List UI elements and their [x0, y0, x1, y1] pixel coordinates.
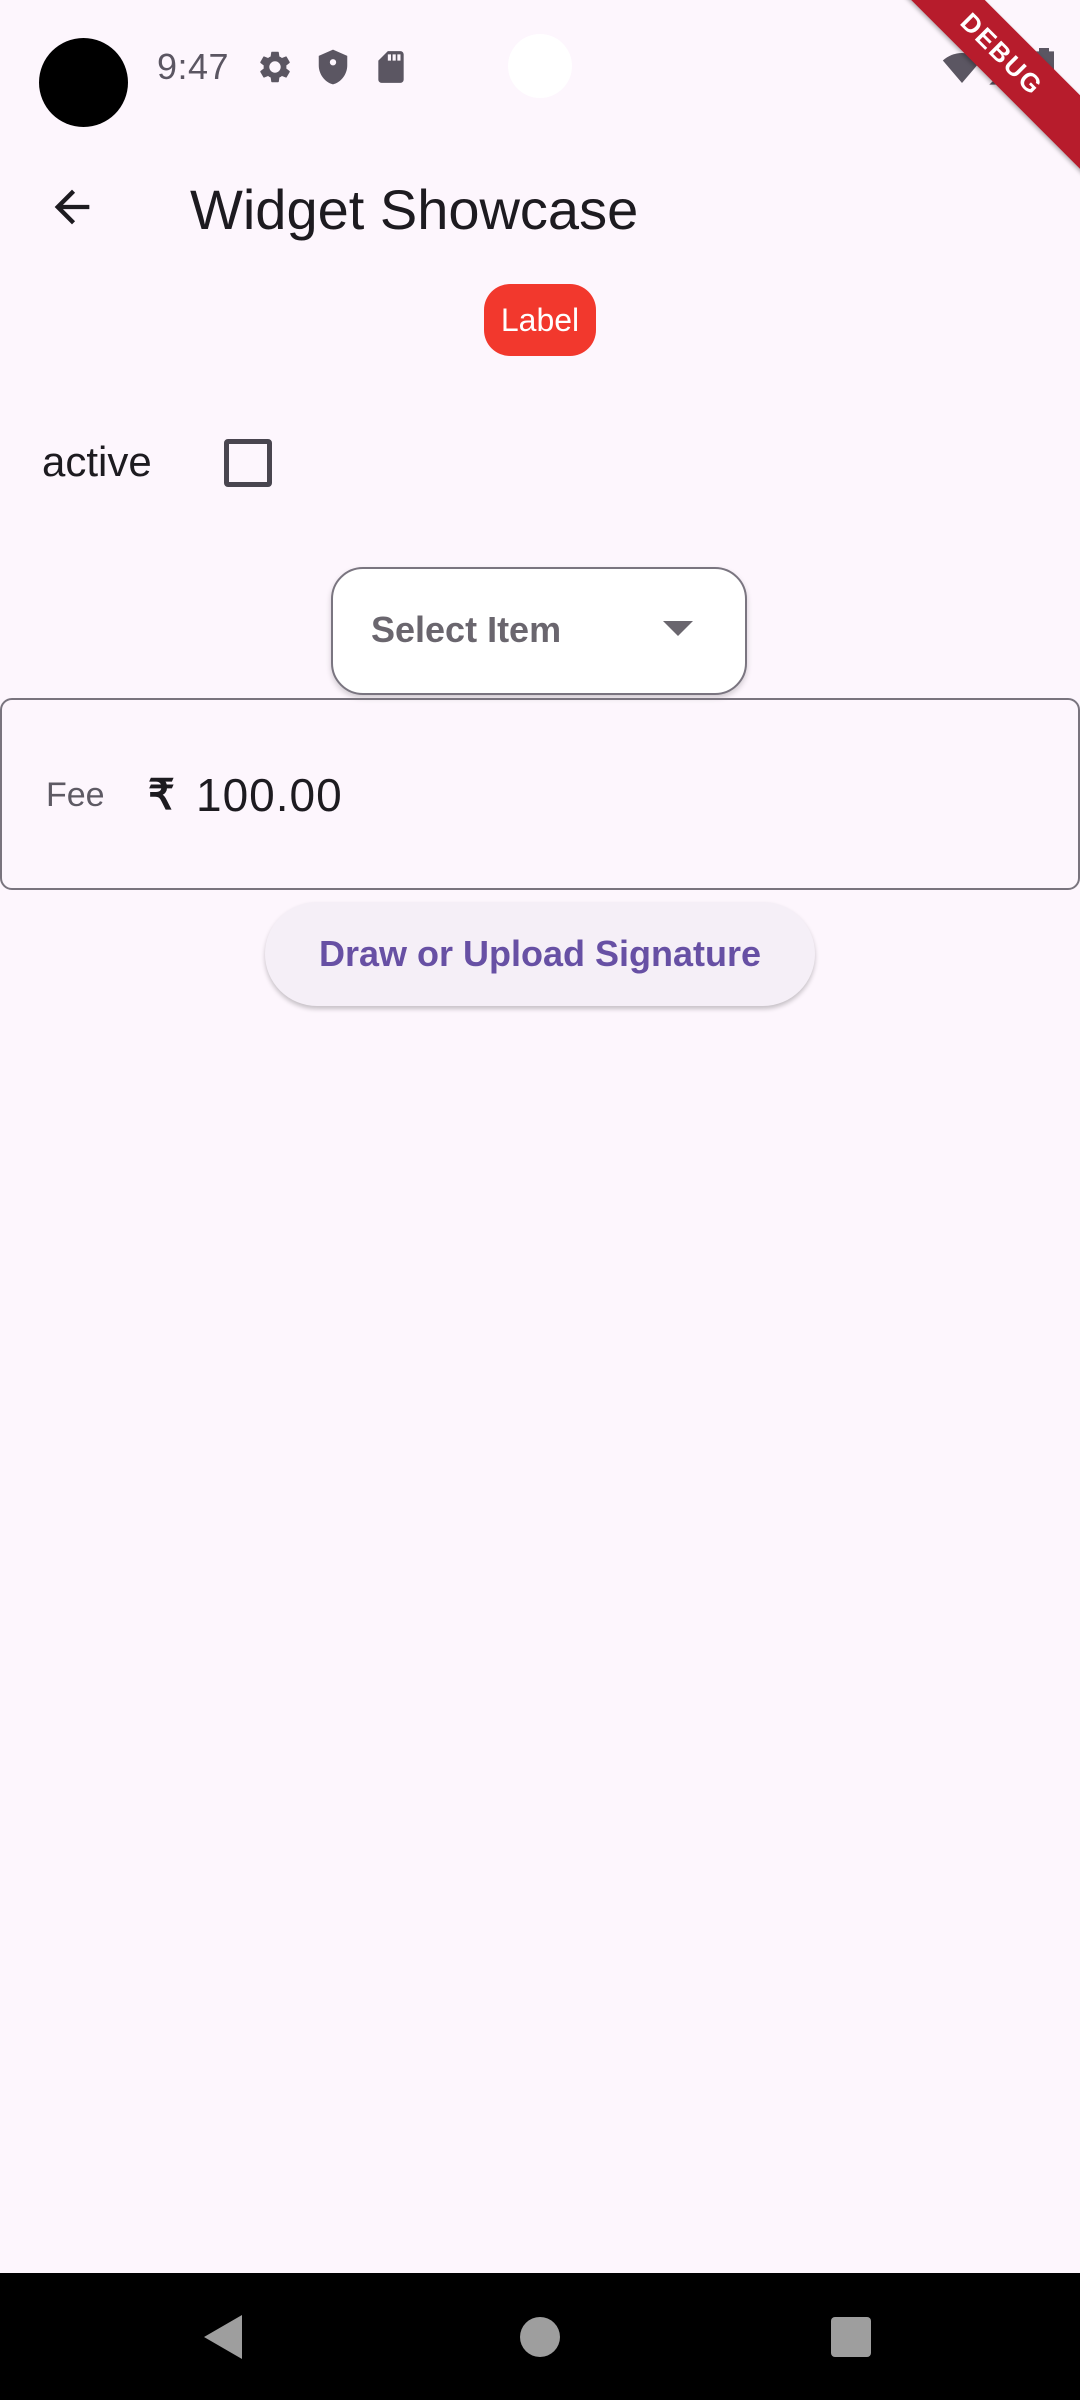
back-button[interactable]	[36, 171, 108, 243]
system-nav-bar	[0, 2273, 1080, 2400]
signature-button[interactable]: Draw or Upload Signature	[265, 902, 815, 1006]
nav-recents-icon[interactable]	[831, 2317, 871, 2357]
dropdown-placeholder: Select Item	[371, 609, 562, 650]
camera-cutout	[39, 38, 128, 127]
label-badge: Label	[484, 284, 596, 356]
status-time: 9:47	[157, 46, 230, 87]
front-camera	[508, 34, 572, 98]
active-checkbox[interactable]	[224, 439, 272, 487]
fee-value[interactable]: 100.00	[196, 768, 343, 822]
nav-home-icon[interactable]	[520, 2317, 560, 2357]
page-title: Widget Showcase	[190, 178, 639, 241]
sd-card-icon	[378, 51, 404, 83]
app-bar: Widget Showcase	[0, 135, 1080, 279]
rupee-prefix: ₹	[148, 771, 175, 818]
settings-icon	[260, 51, 290, 83]
fee-label: Fee	[46, 776, 105, 814]
select-item-dropdown[interactable]: Select Item	[331, 567, 747, 695]
arrow-drop-down-icon	[663, 621, 693, 636]
active-label: active	[42, 438, 152, 485]
nav-back-icon[interactable]	[204, 2315, 242, 2359]
status-bar: 9:47 DEBUG	[0, 0, 1080, 179]
arrow-back-icon	[54, 189, 90, 225]
shield-icon	[318, 49, 348, 85]
fee-input-field[interactable]: Fee ₹ 100.00	[0, 698, 1080, 890]
